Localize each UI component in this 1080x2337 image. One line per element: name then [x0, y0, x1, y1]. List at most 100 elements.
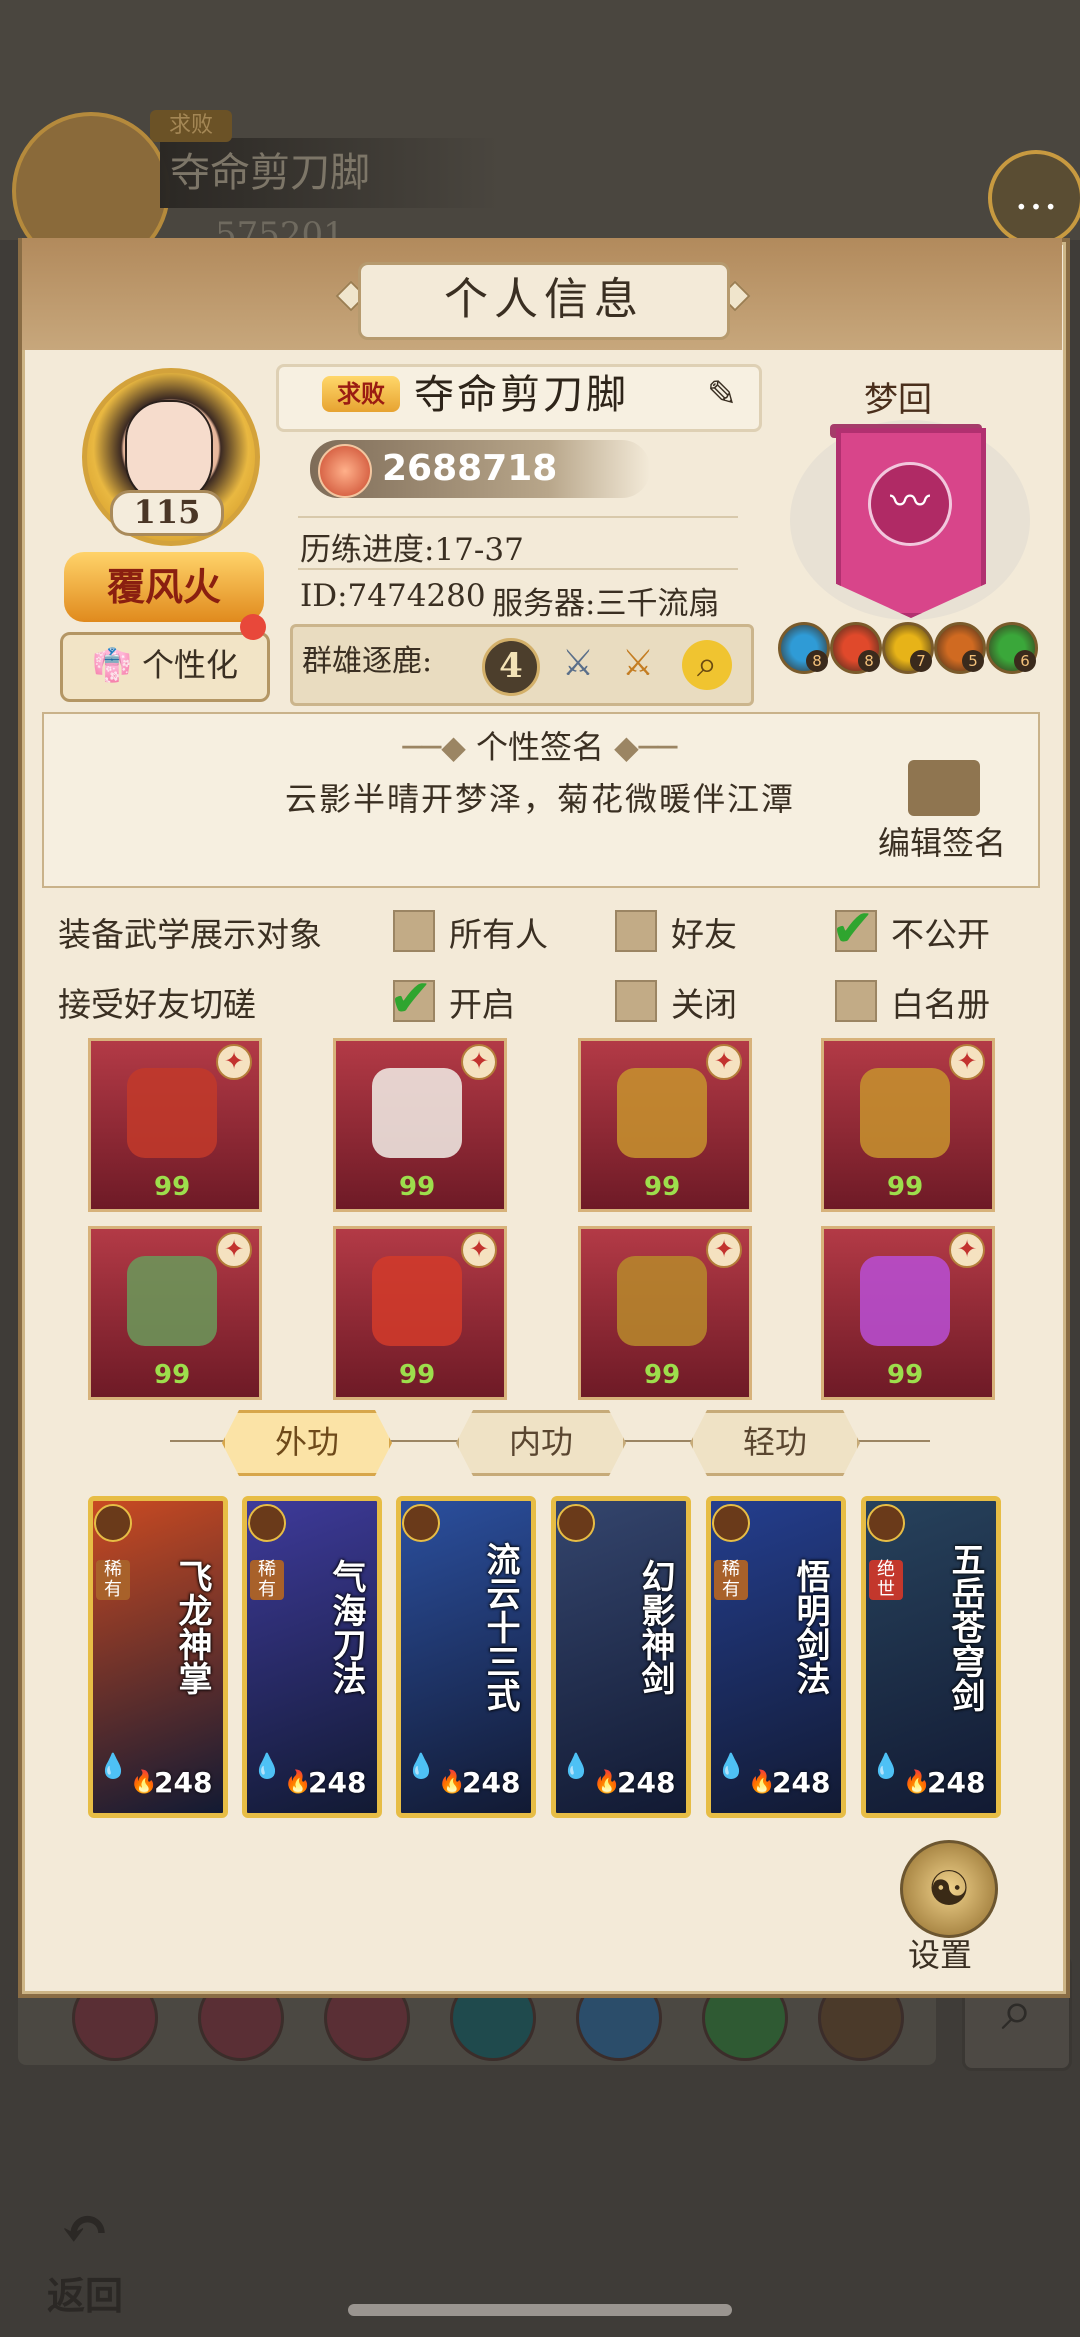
tab-1[interactable]: 外功 — [222, 1410, 392, 1476]
gem-level: 7 — [910, 650, 932, 672]
duel-setting-label: 接受好友切磋 — [58, 985, 256, 1024]
flame-icon: 🔥 — [284, 1770, 312, 1795]
equipment-level: 99 — [644, 1360, 681, 1390]
yin-yang-settings-icon[interactable]: ☯ — [900, 1840, 998, 1938]
divider — [298, 516, 738, 518]
rarity-tag: 稀有 — [96, 1560, 130, 1600]
skill-name: 五岳苍穹剑 — [945, 1542, 985, 1712]
trident-icon[interactable]: ⚔ — [550, 636, 606, 692]
skill-level: 248 — [308, 1766, 367, 1799]
checkbox[interactable] — [615, 980, 657, 1022]
equipment-level: 99 — [399, 1172, 436, 1202]
avatar-face — [125, 400, 213, 504]
checkmark-icon: ✔ — [389, 969, 433, 1029]
arena-rank: 4 — [482, 638, 540, 696]
skill-level: 248 — [154, 1766, 213, 1799]
skill-emblem-icon — [248, 1504, 286, 1542]
option-label[interactable]: 不公开 — [891, 908, 990, 956]
wave-emblem-icon: 〰 — [868, 462, 952, 546]
robe-icon: 👘 — [91, 646, 132, 684]
equipment-level: 99 — [887, 1172, 924, 1202]
rarity-tag: 绝世 — [869, 1560, 903, 1600]
player-name: 夺命剪刀脚 — [414, 372, 629, 418]
checkbox[interactable] — [393, 910, 435, 952]
chat-bubble-icon[interactable]: … — [988, 150, 1080, 246]
star-badge-icon: ✦ — [461, 1232, 497, 1268]
skill-name: 气海刀法 — [326, 1559, 366, 1695]
gem-level: 6 — [1014, 650, 1036, 672]
option-label[interactable]: 关闭 — [671, 978, 737, 1026]
tab-3[interactable]: 轻功 — [690, 1410, 860, 1476]
star-badge-icon: ✦ — [949, 1044, 985, 1080]
skill-name: 流云十三式 — [480, 1542, 520, 1712]
gem-level: 8 — [858, 650, 880, 672]
water-drop-icon: 💧 — [98, 1752, 128, 1780]
divider — [298, 568, 738, 570]
flame-icon: 🔥 — [130, 1770, 158, 1795]
flame-icon: 🔥 — [438, 1770, 466, 1795]
skill-level: 248 — [617, 1766, 676, 1799]
checkbox[interactable] — [615, 910, 657, 952]
equipment-level: 99 — [644, 1172, 681, 1202]
bracelet-icon — [617, 1256, 707, 1346]
gem-level: 5 — [962, 650, 984, 672]
settings-label[interactable]: 设置 — [908, 1930, 972, 1976]
water-drop-icon: 💧 — [406, 1752, 436, 1780]
dream-label: 梦回 — [864, 380, 932, 420]
skill-name: 飞龙神掌 — [172, 1559, 212, 1695]
robe-icon — [372, 1068, 462, 1158]
tab-2[interactable]: 内功 — [456, 1410, 626, 1476]
edit-signature-button[interactable]: 编辑签名 — [878, 818, 1006, 864]
necklace-icon — [127, 1256, 217, 1346]
option-label[interactable]: 所有人 — [449, 908, 548, 956]
customize-button[interactable]: 👘 个性化 — [60, 632, 270, 702]
water-drop-icon: 💧 — [252, 1752, 282, 1780]
star-badge-icon: ✦ — [949, 1232, 985, 1268]
signature-title-text: 个性签名 — [475, 728, 604, 766]
page-title: 个人信息 — [358, 262, 730, 340]
star-badge-icon: ✦ — [706, 1044, 742, 1080]
back-label: 返回 — [46, 2273, 123, 2318]
power-value: 2688718 — [382, 448, 558, 489]
option-label[interactable]: 白名册 — [891, 978, 990, 1026]
star-badge-icon: ✦ — [216, 1232, 252, 1268]
background-player-name: 夺命剪刀脚 — [160, 138, 500, 208]
rank-tag: 求败 — [322, 376, 400, 412]
crossed-swords-icon[interactable]: ⚔ — [610, 636, 666, 692]
back-button[interactable]: ↶ 返回 — [30, 2195, 140, 2318]
scroll-icon[interactable] — [908, 760, 980, 816]
star-badge-icon: ✦ — [216, 1044, 252, 1080]
power-icon — [318, 444, 372, 498]
water-drop-icon: 💧 — [716, 1752, 746, 1780]
flame-icon: 🔥 — [903, 1770, 931, 1795]
back-arrow-icon: ↶ — [59, 2195, 111, 2265]
background-rank-tag: 求败 — [150, 110, 232, 142]
display-setting-label: 装备武学展示对象 — [58, 915, 322, 954]
skill-name: 幻影神剑 — [635, 1559, 675, 1695]
player-level: 115 — [110, 490, 224, 536]
home-indicator[interactable] — [348, 2304, 732, 2316]
progress-text: 历练进度:17-37 — [300, 532, 524, 568]
server-name: 服务器:三千流扇 — [492, 586, 720, 622]
option-label[interactable]: 好友 — [671, 908, 737, 956]
customize-label: 个性化 — [142, 646, 239, 684]
skill-level: 248 — [927, 1766, 986, 1799]
skill-emblem-icon — [94, 1504, 132, 1542]
boots-icon — [860, 1068, 950, 1158]
star-badge-icon: ✦ — [461, 1044, 497, 1080]
skill-level: 248 — [462, 1766, 521, 1799]
title-badge[interactable]: 覆风火 — [64, 552, 264, 622]
water-drop-icon: 💧 — [561, 1752, 591, 1780]
equipment-level: 99 — [154, 1172, 191, 1202]
equipment-level: 99 — [154, 1360, 191, 1390]
edit-name-icon[interactable]: ✎ — [700, 374, 744, 416]
star-badge-icon: ✦ — [706, 1232, 742, 1268]
ring-icon — [860, 1256, 950, 1346]
rarity-tag: 稀有 — [714, 1560, 748, 1600]
flame-icon: 🔥 — [748, 1770, 776, 1795]
hairpin-icon — [372, 1256, 462, 1346]
checkbox[interactable] — [835, 980, 877, 1022]
sword-icon — [127, 1068, 217, 1158]
search-icon[interactable]: ⌕ — [682, 640, 732, 690]
option-label[interactable]: 开启 — [449, 978, 515, 1026]
